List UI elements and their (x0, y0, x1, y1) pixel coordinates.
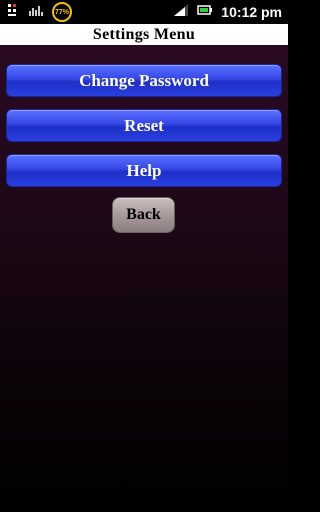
status-bar-right: 10:12 pm (173, 2, 282, 22)
battery-percent-icon: 77% (52, 2, 72, 22)
help-button[interactable]: Help (6, 154, 282, 187)
status-bar: 77% 10:12 pm (0, 0, 288, 24)
title-bar: Settings Menu (0, 24, 288, 45)
settings-content: Change Password Reset Help Back (0, 45, 288, 512)
back-button[interactable]: Back (112, 197, 175, 233)
status-bar-left: 77% (6, 2, 72, 23)
battery-icon (197, 3, 213, 21)
usb-debug-icon (6, 2, 20, 23)
change-password-button[interactable]: Change Password (6, 64, 282, 97)
page-title: Settings Menu (92, 25, 196, 43)
cell-signal-icon (173, 3, 189, 22)
status-time: 10:12 pm (221, 4, 282, 20)
signal-bars-icon (28, 3, 44, 22)
reset-button[interactable]: Reset (6, 109, 282, 142)
